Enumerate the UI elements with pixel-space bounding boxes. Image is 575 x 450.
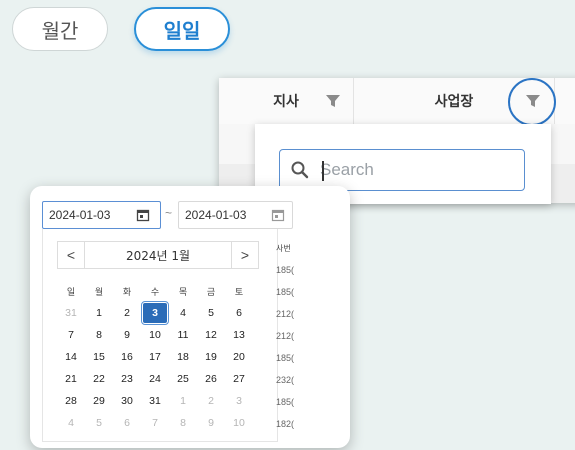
daily-toggle-label: 일일 — [163, 18, 201, 43]
calendar-day[interactable]: 5 — [87, 413, 111, 433]
calendar-day[interactable]: 28 — [59, 391, 83, 411]
start-date-input[interactable]: 2024-01-03 — [42, 201, 161, 229]
weekday-label: 일 — [66, 287, 76, 298]
background-cell: 185( — [276, 353, 295, 363]
calendar-day[interactable]: 1 — [171, 391, 195, 411]
calendar-day[interactable]: 2 — [115, 303, 139, 323]
calendar-day[interactable]: 4 — [59, 413, 83, 433]
end-date-value: 2024-01-03 — [185, 208, 247, 222]
weekday-label: 월 — [94, 287, 104, 298]
next-month-button[interactable]: > — [231, 241, 259, 269]
calendar-day[interactable]: 30 — [115, 391, 139, 411]
calendar-month-title: 2024년 1월 — [85, 241, 231, 269]
background-cell: 212( — [276, 331, 295, 341]
date-separator: ~ — [165, 206, 173, 220]
end-date-input[interactable]: 2024-01-03 — [178, 201, 293, 229]
calendar-day[interactable]: 4 — [171, 303, 195, 323]
background-cell: 185( — [276, 265, 295, 275]
calendar-day[interactable]: 16 — [115, 347, 139, 367]
column-header-label: 사업장 — [434, 94, 474, 110]
calendar-day[interactable]: 31 — [59, 303, 83, 323]
calendar-day[interactable]: 24 — [143, 369, 167, 389]
calendar-day[interactable]: 8 — [87, 325, 111, 345]
weekday-label: 토 — [234, 287, 244, 298]
background-cell: 185( — [276, 397, 295, 407]
highlight-circle — [508, 78, 556, 126]
calendar-day[interactable]: 31 — [143, 391, 167, 411]
calendar-day[interactable]: 7 — [59, 325, 83, 345]
column-header-employee-id: 사번 — [276, 244, 291, 253]
filter-icon[interactable] — [325, 93, 341, 109]
calendar-day[interactable]: 27 — [227, 369, 251, 389]
calendar-day[interactable]: 21 — [59, 369, 83, 389]
calendar-day[interactable]: 9 — [115, 325, 139, 345]
calendar-day[interactable]: 6 — [227, 303, 251, 323]
calendar-icon[interactable] — [271, 208, 285, 222]
weekday-label: 금 — [206, 287, 216, 298]
daily-toggle-button[interactable]: 일일 — [134, 7, 230, 51]
calendar-day[interactable]: 3 — [141, 301, 169, 325]
calendar-day[interactable]: 29 — [87, 391, 111, 411]
calendar-day[interactable]: 9 — [199, 413, 223, 433]
search-input[interactable] — [318, 159, 502, 181]
search-icon — [290, 160, 310, 180]
calendar-day[interactable]: 11 — [171, 325, 195, 345]
background-grid-column: 사번 185( 185( 212( 212( 185( 232( 185( 182( — [276, 229, 306, 441]
date-range-picker: 2024-01-03 ~ 2024-01-03 < 2024년 1월 > 일 월 화… — [30, 186, 350, 448]
background-cell: 232( — [276, 375, 295, 385]
calendar-day[interactable]: 5 — [199, 303, 223, 323]
calendar-day[interactable]: 25 — [171, 369, 195, 389]
calendar-day[interactable]: 3 — [227, 391, 251, 411]
calendar-day[interactable]: 14 — [59, 347, 83, 367]
calendar-day[interactable]: 26 — [199, 369, 223, 389]
weekday-label: 목 — [178, 287, 188, 298]
calendar-day[interactable]: 10 — [143, 325, 167, 345]
calendar-day[interactable]: 13 — [227, 325, 251, 345]
calendar-day[interactable]: 10 — [227, 413, 251, 433]
background-cell: 182( — [276, 419, 295, 429]
start-date-value: 2024-01-03 — [49, 208, 111, 222]
monthly-toggle-label: 월간 — [41, 18, 79, 43]
calendar-day[interactable]: 23 — [115, 369, 139, 389]
calendar-icon[interactable] — [136, 208, 150, 222]
calendar-day[interactable]: 6 — [115, 413, 139, 433]
calendar-popup: < 2024년 1월 > 일 월 화 수 목 금 토 31 1 2 3 4 5 6 7 8 9 10 11 12 13 1… — [42, 229, 278, 442]
calendar-day[interactable]: 12 — [199, 325, 223, 345]
column-header-label: 지사 — [273, 94, 299, 110]
calendar-day[interactable]: 15 — [87, 347, 111, 367]
prev-month-button[interactable]: < — [57, 241, 85, 269]
weekday-label: 수 — [150, 287, 160, 298]
text-caret — [322, 161, 324, 181]
calendar-day[interactable]: 18 — [171, 347, 195, 367]
search-box[interactable] — [279, 149, 525, 191]
calendar-day[interactable]: 22 — [87, 369, 111, 389]
monthly-toggle-button[interactable]: 월간 — [12, 7, 108, 51]
calendar-day[interactable]: 2 — [199, 391, 223, 411]
background-cell: 212( — [276, 309, 295, 319]
background-cell: 185( — [276, 287, 295, 297]
calendar-day[interactable]: 19 — [199, 347, 223, 367]
calendar-day[interactable]: 7 — [143, 413, 167, 433]
calendar-day[interactable]: 1 — [87, 303, 111, 323]
weekday-label: 화 — [122, 287, 132, 298]
calendar-day[interactable]: 20 — [227, 347, 251, 367]
calendar-day[interactable]: 17 — [143, 347, 167, 367]
calendar-day[interactable]: 8 — [171, 413, 195, 433]
